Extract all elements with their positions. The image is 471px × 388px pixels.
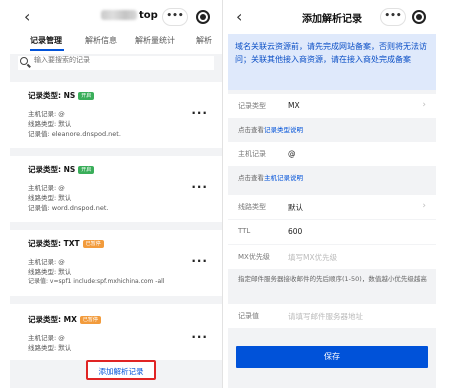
host-hint: 点击查看主机记录说明	[228, 166, 436, 188]
record-type: 记录类型: TXT 已暂停	[28, 238, 104, 249]
record-type: 记录类型: NS 开启	[28, 90, 95, 101]
record-line: 线路类型: 默认	[28, 344, 72, 352]
record-value-field[interactable]: 记录值 请填写邮件服务器地址	[228, 304, 436, 328]
close-miniapp-icon[interactable]	[196, 10, 210, 24]
record-list-screen: ‹ top ••• 记录管理 解析信息 解析量统计 解析 记录类型: NS开启 …	[10, 0, 223, 388]
more-options-icon[interactable]: ···	[191, 106, 208, 120]
line-type-field[interactable]: 线路类型 默认 ›	[228, 195, 436, 219]
priority-hint: 指定邮件服务器接收邮件的先后顺序(1-50)，数值越小优先级越高	[228, 270, 436, 300]
record-value: 记录值: eleanore.dnspod.net.	[28, 130, 121, 138]
record-value: 记录值: word.dnspod.net.	[28, 204, 109, 212]
more-menu-button[interactable]: •••	[162, 8, 188, 26]
status-badge: 开启	[78, 166, 95, 174]
more-options-icon[interactable]: ···	[191, 330, 208, 344]
redacted-domain	[101, 10, 137, 20]
chevron-right-icon: ›	[422, 201, 426, 211]
tab-dns-stats[interactable]: 解析量统计	[135, 35, 175, 46]
field-label: 记录类型	[238, 102, 266, 110]
mx-priority-input[interactable]: 填写MX优先级	[288, 252, 337, 263]
filing-notice: 域名关联云资源前，请先完成网站备案，否则将无法访问；关联其他接入商资源，请在接入…	[228, 34, 436, 90]
record-type: 记录类型: NS 开启	[28, 164, 95, 175]
record-type-field[interactable]: 记录类型 MX ›	[228, 94, 436, 118]
field-label: TTL	[238, 227, 251, 235]
status-badge: 已暂停	[82, 240, 104, 248]
nav-bar: ‹ 添加解析记录 •••	[228, 0, 436, 34]
record-type-value: MX	[288, 101, 300, 110]
record-line: 线路类型: 默认	[28, 194, 72, 202]
record-host: 主机记录: @	[28, 334, 65, 342]
status-badge: 开启	[78, 92, 95, 100]
add-record-label: 添加解析记录	[98, 367, 144, 376]
record-type: 记录类型: MX 已暂停	[28, 314, 101, 325]
record-card[interactable]: 记录类型: NS 开启 主机记录: @ 线路类型: 默认 记录值: eleanor…	[10, 82, 222, 148]
tab-dns-info[interactable]: 解析信息	[85, 35, 117, 46]
tab-record-management[interactable]: 记录管理	[30, 35, 62, 46]
more-menu-button[interactable]: •••	[380, 8, 406, 26]
domain-title-suffix: top	[139, 10, 158, 21]
tab-bar: 记录管理 解析信息 解析量统计 解析	[10, 34, 222, 54]
record-type-hint: 点击查看记录类型说明	[228, 118, 436, 140]
close-miniapp-icon[interactable]	[412, 10, 426, 24]
nav-bar: ‹ top •••	[10, 0, 222, 34]
record-value: 记录值: v=spf1 include:spf.mxhichina.com -a…	[28, 278, 165, 285]
mx-priority-field[interactable]: MX优先级 填写MX优先级	[228, 245, 436, 269]
host-value[interactable]: @	[288, 149, 296, 158]
field-label: MX优先级	[238, 253, 270, 261]
ttl-value[interactable]: 600	[288, 227, 302, 236]
add-record-screen: ‹ 添加解析记录 ••• 域名关联云资源前，请先完成网站备案，否则将无法访问；关…	[228, 0, 436, 388]
record-host: 主机记录: @	[28, 258, 65, 266]
line-type-value: 默认	[288, 203, 303, 212]
chevron-right-icon: ›	[422, 100, 426, 110]
active-tab-indicator	[30, 49, 64, 51]
record-host: 主机记录: @	[28, 184, 65, 192]
more-options-icon[interactable]: ···	[191, 180, 208, 194]
back-arrow-icon[interactable]: ‹	[24, 9, 30, 25]
add-record-button[interactable]: 添加解析记录	[86, 360, 156, 380]
tab-more[interactable]: 解析	[196, 35, 212, 46]
record-line: 线路类型: 默认	[28, 120, 72, 128]
field-label: 记录值	[238, 312, 259, 320]
search-input[interactable]	[34, 56, 184, 64]
record-host: 主机记录: @	[28, 110, 65, 118]
search-bar[interactable]	[18, 56, 214, 70]
more-options-icon[interactable]: ···	[191, 254, 208, 268]
search-icon	[20, 57, 28, 65]
record-card[interactable]: 记录类型: TXT 已暂停 主机记录: @ 线路类型: 默认 记录值: v=spf…	[10, 230, 222, 296]
field-label: 主机记录	[238, 150, 266, 158]
record-line: 线路类型: 默认	[28, 268, 72, 276]
field-label: 线路类型	[238, 203, 266, 211]
host-help-link[interactable]: 主机记录说明	[264, 174, 303, 182]
ttl-field[interactable]: TTL 600	[228, 220, 436, 244]
record-type-help-link[interactable]: 记录类型说明	[264, 126, 303, 134]
status-badge: 已暂停	[79, 316, 101, 324]
save-button[interactable]: 保存	[236, 346, 428, 368]
record-card[interactable]: 记录类型: MX 已暂停 主机记录: @ 线路类型: 默认 ···	[10, 304, 222, 360]
record-card[interactable]: 记录类型: NS 开启 主机记录: @ 线路类型: 默认 记录值: word.dn…	[10, 156, 222, 222]
record-value-input[interactable]: 请填写邮件服务器地址	[288, 311, 363, 322]
host-field[interactable]: 主机记录 @	[228, 142, 436, 166]
